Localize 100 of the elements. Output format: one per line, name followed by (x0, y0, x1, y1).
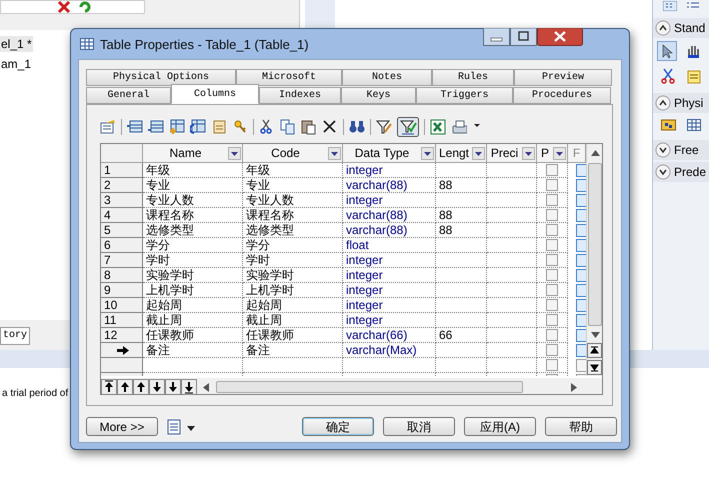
binoculars-icon[interactable] (349, 119, 365, 135)
insert-row-icon[interactable] (127, 119, 143, 135)
tab[interactable]: Procedures (513, 87, 611, 104)
scroll-thumb[interactable] (588, 163, 602, 326)
checkbox[interactable] (576, 194, 586, 207)
scroll-right-icon[interactable] (571, 383, 577, 392)
maximize-icon[interactable] (510, 28, 537, 46)
dropdown-icon[interactable] (421, 146, 434, 160)
checkbox[interactable] (546, 194, 558, 206)
checkbox[interactable] (546, 224, 558, 236)
scroll-left-icon[interactable] (203, 383, 209, 392)
checkbox[interactable] (546, 344, 558, 356)
move-bottom-icon[interactable] (181, 379, 197, 394)
row-header[interactable]: 8 (101, 268, 143, 283)
filter-edit-icon[interactable] (376, 119, 392, 135)
section-header[interactable]: Free (653, 140, 709, 160)
tab[interactable]: tory (0, 327, 30, 345)
tab[interactable]: Keys (341, 87, 416, 104)
close-icon[interactable] (537, 28, 583, 46)
refresh-icon[interactable] (78, 0, 92, 14)
checkbox[interactable] (576, 299, 586, 312)
dropdown-icon[interactable] (228, 146, 241, 160)
text-field[interactable] (0, 0, 145, 14)
key-icon[interactable] (232, 119, 248, 135)
tree-item[interactable]: el_1 * (0, 36, 33, 52)
column-header[interactable]: Preci (487, 144, 537, 163)
note-icon[interactable] (687, 70, 701, 84)
row-header[interactable]: 4 (101, 208, 143, 223)
row-header[interactable]: 9 (101, 283, 143, 298)
scroll-thumb[interactable] (216, 381, 523, 393)
dropdown-icon[interactable] (553, 146, 566, 160)
checkbox[interactable] (576, 359, 586, 372)
pointer-icon[interactable] (657, 41, 677, 61)
scroll-up-icon[interactable] (591, 150, 600, 156)
checkbox[interactable] (546, 239, 558, 251)
expand-icon[interactable] (655, 164, 671, 180)
vertical-scrollbar[interactable] (586, 144, 602, 376)
move-up-page-icon[interactable] (117, 379, 133, 394)
dropdown-icon[interactable] (328, 146, 341, 160)
checkbox[interactable] (546, 269, 558, 281)
section-header[interactable]: Physi (653, 93, 709, 113)
dialog-button[interactable]: 帮助 (545, 417, 617, 436)
dialog-button[interactable]: 应用(A) (464, 417, 536, 436)
column-header[interactable]: Name (143, 144, 243, 163)
checkbox[interactable] (576, 269, 586, 282)
scroll-bottom-icon[interactable] (587, 360, 602, 375)
row-header[interactable]: 10 (101, 298, 143, 313)
section-header[interactable]: Prede (653, 162, 709, 182)
document-icon[interactable] (211, 119, 227, 135)
tab[interactable]: Indexes (259, 87, 341, 104)
section-header[interactable]: Stand (653, 18, 709, 38)
checkbox[interactable] (576, 209, 586, 222)
collapse-icon[interactable] (655, 95, 671, 111)
minimize-icon[interactable] (483, 28, 510, 46)
checkbox[interactable] (576, 239, 586, 252)
row-header[interactable]: 11 (101, 313, 143, 328)
dropdown-icon[interactable] (522, 146, 535, 160)
more-button[interactable]: More >> (86, 417, 158, 436)
tree-item[interactable]: am_1 (0, 56, 32, 72)
tab[interactable]: Rules (432, 69, 514, 86)
move-down-page-icon[interactable] (165, 379, 181, 394)
package-icon[interactable] (661, 118, 676, 131)
checkbox[interactable] (546, 314, 558, 326)
delete-icon[interactable] (322, 119, 338, 135)
checkbox[interactable] (576, 344, 586, 357)
checkbox[interactable] (546, 284, 558, 296)
paste-icon[interactable] (301, 119, 317, 135)
row-header[interactable]: 2 (101, 178, 143, 193)
table-icon[interactable] (687, 119, 701, 131)
row-header[interactable]: 7 (101, 253, 143, 268)
add-columns-icon[interactable] (169, 119, 185, 135)
checkbox[interactable] (576, 314, 586, 327)
tab[interactable]: Physical Options (86, 69, 236, 86)
row-header[interactable] (101, 343, 143, 358)
checkbox[interactable] (576, 254, 586, 267)
tab[interactable]: Triggers (416, 87, 513, 104)
scissors-icon[interactable] (661, 68, 675, 84)
dropdown-icon[interactable] (472, 146, 485, 160)
caret-icon[interactable] (187, 426, 195, 431)
row-header[interactable]: 6 (101, 238, 143, 253)
column-header[interactable]: Code (243, 144, 343, 163)
list-options-icon[interactable] (167, 419, 181, 435)
checkbox[interactable] (546, 164, 558, 176)
printer-icon[interactable] (451, 119, 467, 135)
checkbox[interactable] (576, 224, 586, 237)
checkbox[interactable] (546, 179, 558, 191)
excel-icon[interactable] (430, 119, 446, 135)
dialog-button[interactable]: 确定 (302, 417, 374, 436)
dialog-button[interactable]: 取消 (383, 417, 455, 436)
column-header[interactable]: P (537, 144, 568, 163)
collapse-icon[interactable] (655, 20, 671, 36)
checkbox[interactable] (576, 179, 586, 192)
filter-toggle-button[interactable] (397, 117, 419, 137)
copy-icon[interactable] (280, 119, 296, 135)
tab[interactable]: Columns (171, 84, 259, 104)
checkbox[interactable] (576, 329, 586, 342)
row-header[interactable]: 3 (101, 193, 143, 208)
checkbox[interactable] (546, 329, 558, 341)
tab[interactable]: Microsoft (236, 69, 342, 86)
move-down-icon[interactable] (149, 379, 165, 394)
